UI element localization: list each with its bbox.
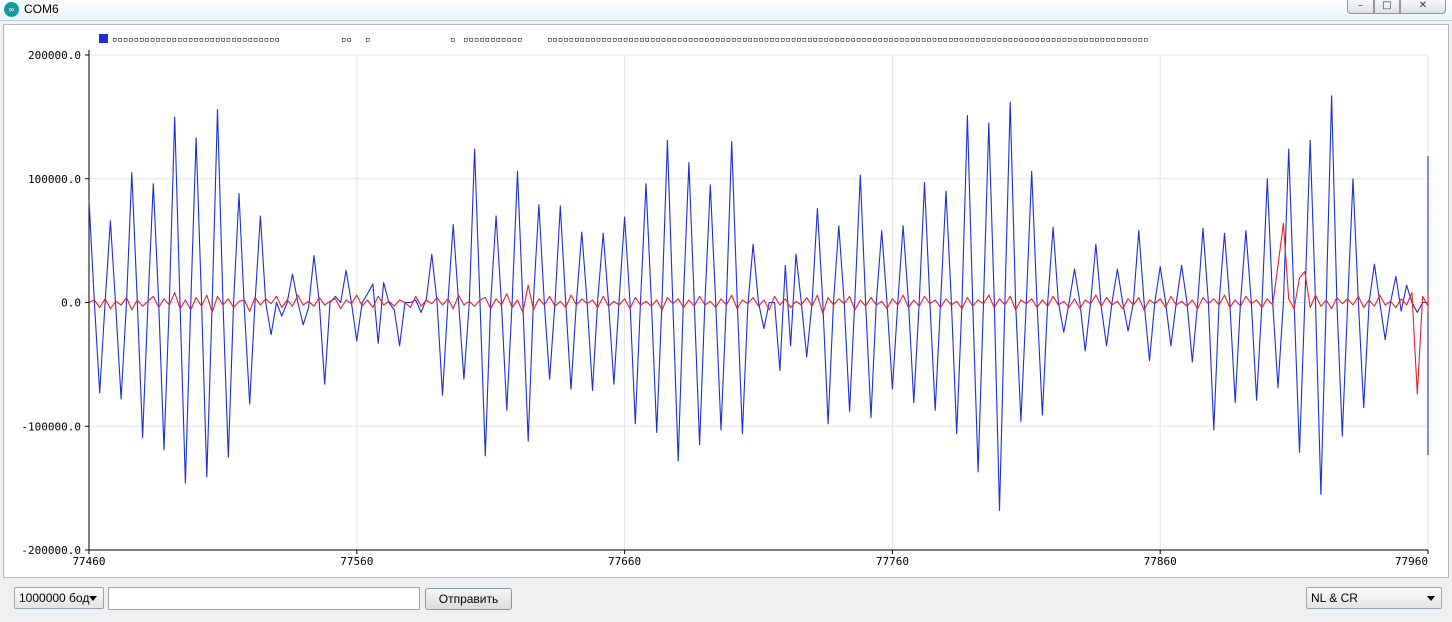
minimize-button[interactable]: –: [1347, 0, 1374, 14]
x-tick-label: 77960: [1395, 555, 1428, 568]
legend: ▫▫▫▫▫▫▫▫▫▫▫▫▫▫▫▫▫▫▫▫▫▫▫▫▫▫▫▫▫▫▫ ▫▫ ▫ ▫ ▫…: [99, 34, 1148, 45]
legend-label-2: ▫▫: [341, 35, 352, 45]
x-tick-label: 77660: [608, 555, 641, 568]
x-tick-label: 77560: [340, 555, 373, 568]
axes: 200000.0100000.00.0-100000.0-200000.0774…: [21, 49, 1429, 568]
x-tick-label: 77760: [876, 555, 909, 568]
send-button[interactable]: Отправить: [425, 588, 512, 610]
legend-label-4: ▫: [450, 35, 455, 45]
send-input[interactable]: [108, 587, 420, 610]
baud-rate-value: 1000000 бод: [19, 591, 90, 605]
chevron-down-icon: [1427, 596, 1435, 601]
close-button[interactable]: ✕: [1400, 0, 1446, 14]
x-tick-label: 77860: [1144, 555, 1177, 568]
series-group: [88, 95, 1429, 511]
plot-svg: 200000.0100000.00.0-100000.0-200000.0774…: [21, 34, 1429, 568]
x-tick-label: 77460: [72, 555, 105, 568]
title-bar: ∞ COM6 – □ ✕: [0, 0, 1452, 21]
arduino-logo-icon: ∞: [4, 2, 19, 17]
chevron-down-icon: [89, 596, 97, 601]
legend-label-6: ▫▫▫▫▫▫▫▫▫▫▫▫▫▫▫▫▫▫▫▫▫▫▫▫▫▫▫▫▫▫▫▫▫▫▫▫▫▫▫▫…: [547, 35, 1148, 45]
y-tick-label: 100000.0: [28, 173, 81, 186]
serial-plotter-area: 200000.0 100000.0 0.0 -100000.0 -200000.0 774…: [3, 24, 1449, 578]
legend-label-1: ▫▫▫▫▫▫▫▫▫▫▫▫▫▫▫▫▫▫▫▫▫▫▫▫▫▫▫▫▫▫▫: [112, 35, 280, 45]
bottom-toolbar: 1000000 бод Отправить NL & CR: [0, 580, 1452, 622]
y-tick-label: -100000.0: [21, 420, 81, 433]
baud-rate-select[interactable]: 1000000 бод: [14, 587, 104, 609]
legend-label-5: ▫▫▫▫▫▫▫▫▫▫▫: [463, 35, 523, 45]
legend-label-3: ▫: [365, 35, 370, 45]
legend-swatch-blue: [99, 34, 108, 43]
line-ending-value: NL & CR: [1311, 591, 1358, 605]
window-title: COM6: [24, 2, 59, 16]
y-tick-label: 0.0: [61, 297, 81, 310]
y-tick-label: 200000.0: [28, 49, 81, 62]
series-line-2: [88, 222, 1429, 395]
line-ending-select[interactable]: NL & CR: [1306, 587, 1442, 609]
maximize-button[interactable]: □: [1374, 0, 1400, 14]
